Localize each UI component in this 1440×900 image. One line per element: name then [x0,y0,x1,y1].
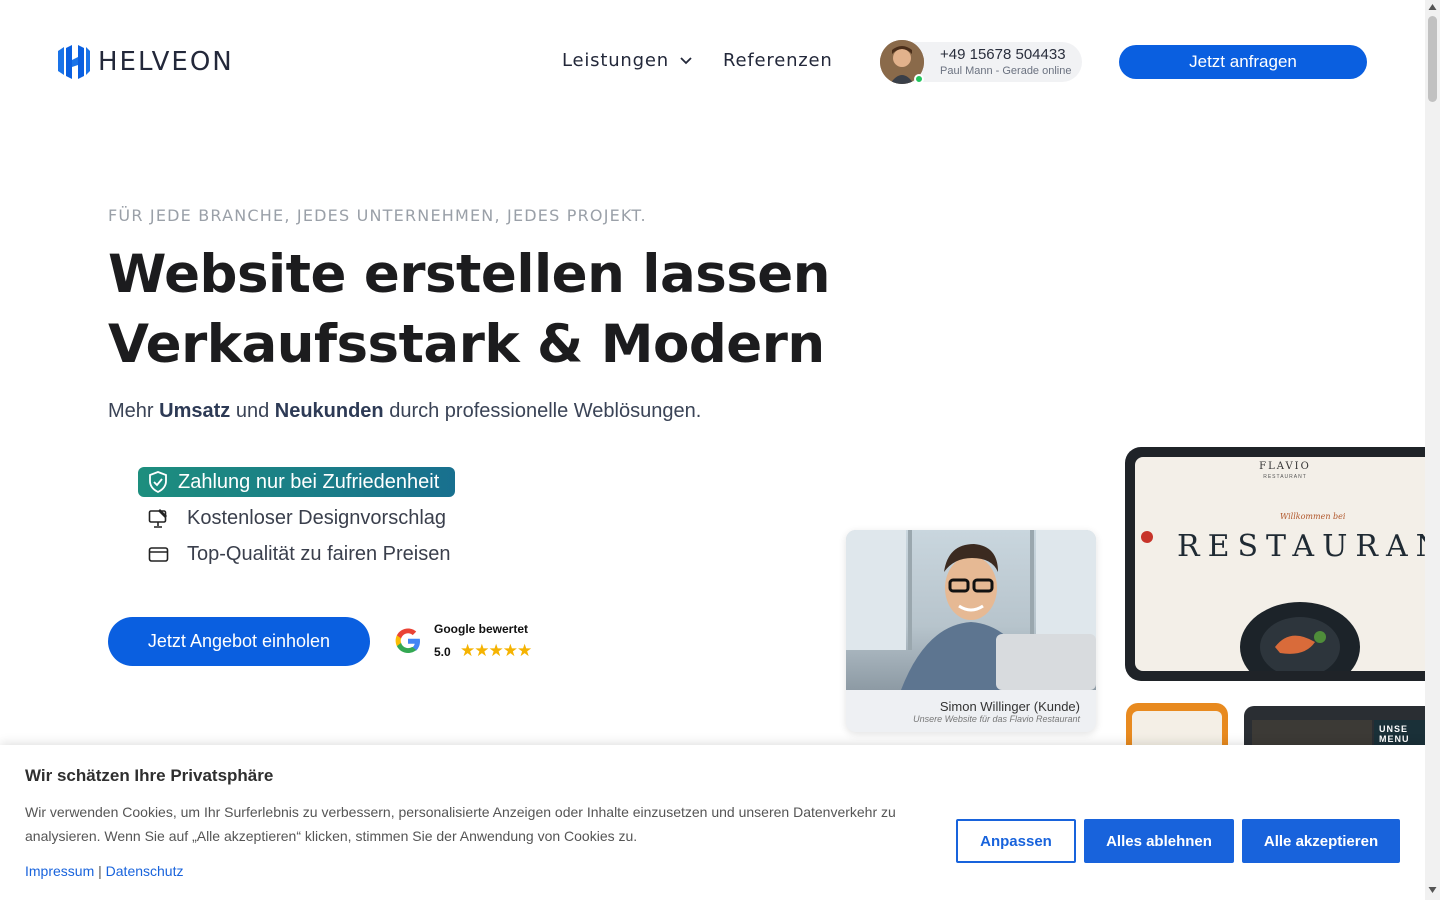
nav-leistungen[interactable]: Leistungen [562,50,693,71]
site-logo[interactable]: HELVEON [58,45,234,79]
cookie-title: Wir schätzen Ihre Privatsphäre [25,766,274,785]
feature-label: Top-Qualität zu fairen Preisen [187,543,451,565]
nav-label: Referenzen [723,50,833,71]
page-title: Website erstellen lassen Verkaufsstark &… [108,240,830,380]
mockup-welcome: Willkommen bei [1280,512,1346,521]
google-rating-title: Google bewertet [434,622,529,636]
contact-status: Paul Mann - Gerade online [940,65,1072,77]
logo-text: HELVEON [98,47,234,77]
rating-stars: ★★★★★ [460,641,532,660]
contact-phone[interactable]: +49 15678 504433 [940,46,1066,63]
get-offer-button[interactable]: Jetzt Angebot einholen [108,617,370,666]
lead-text: und [230,400,275,422]
online-status-dot [914,74,924,84]
monitor-edit-icon [148,509,167,528]
title-line-2: Verkaufsstark & Modern [108,314,825,375]
tomato-icon [1141,531,1153,543]
hero-lead: Mehr Umsatz und Neukunden durch professi… [108,400,701,423]
plate-image-icon [1240,602,1360,671]
helveon-logo-icon [58,45,90,79]
mockup-brand-sub: RESTAURANT [1263,474,1307,480]
shield-check-icon [149,471,167,493]
feature-quality: Top-Qualität zu fairen Preisen [148,543,450,566]
scroll-down-arrow-icon[interactable] [1428,886,1437,894]
cookie-links: Impressum | Datenschutz [25,863,183,879]
scrollbar-thumb[interactable] [1428,16,1437,102]
chevron-down-icon [680,56,692,64]
impressum-link[interactable]: Impressum [25,863,94,879]
title-line-1: Website erstellen lassen [108,244,830,305]
feature-design: Kostenloser Designvorschlag [148,507,446,530]
feature-badge-satisfaction: Zahlung nur bei Zufriedenheit [138,467,455,497]
lead-text: durch professionelle Weblösungen. [383,400,702,422]
testimonial-caption: Unsere Website für das Flavio Restaurant [913,714,1080,724]
testimonial-card: Simon Willinger (Kunde) Unsere Website f… [846,530,1096,732]
testimonial-name: Simon Willinger (Kunde) [939,699,1080,714]
mockup-headline: RESTAURANT [1177,529,1435,564]
lead-text: Mehr [108,400,160,422]
scroll-up-arrow-icon[interactable] [1428,3,1437,11]
hero-eyebrow: FÜR JEDE BRANCHE, JEDES UNTERNEHMEN, JED… [108,206,647,225]
cookie-accept-button[interactable]: Alle akzeptieren [1242,819,1400,863]
tablet-screen: FLAVIO RESTAURANT Willkommen bei RESTAUR… [1135,457,1435,671]
lead-bold-umsatz: Umsatz [159,400,231,422]
cookie-text: Wir verwenden Cookies, um Ihr Surferlebn… [25,804,896,844]
scrollbar[interactable] [1425,0,1440,900]
cookie-customize-button[interactable]: Anpassen [956,819,1076,863]
mockup-brand: FLAVIO [1259,461,1311,472]
google-rating-score: 5.0 [434,645,451,659]
link-separator: | [98,863,102,879]
lead-bold-neukunden: Neukunden [274,400,384,422]
request-button[interactable]: Jetzt anfragen [1119,45,1367,79]
wallet-icon [148,547,169,562]
feature-label: Kostenloser Designvorschlag [187,507,447,529]
cookie-reject-button[interactable]: Alles ablehnen [1084,819,1234,863]
google-icon [395,628,420,653]
feature-label: Zahlung nur bei Zufriedenheit [178,470,440,493]
nav-label: Leistungen [562,50,669,71]
customer-photo [846,530,1096,690]
datenschutz-link[interactable]: Datenschutz [106,863,184,879]
nav-referenzen[interactable]: Referenzen [723,50,833,71]
